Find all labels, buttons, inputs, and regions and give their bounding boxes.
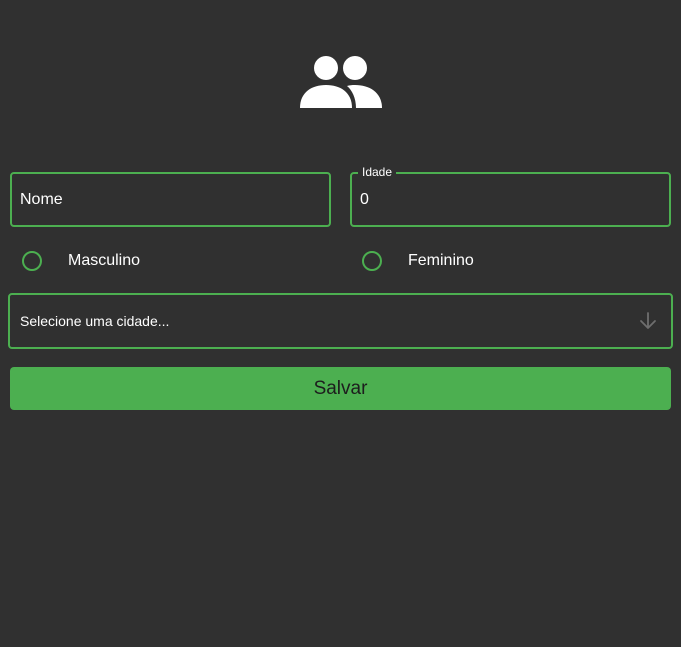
idade-input[interactable] [360,174,661,225]
idade-field[interactable]: Idade [350,165,671,227]
city-select[interactable]: Selecione uma cidade... [8,293,673,349]
nome-input[interactable] [20,174,321,225]
save-button[interactable]: Salvar [10,367,671,410]
radio-feminino[interactable]: Feminino [362,249,474,273]
radio-feminino-label: Feminino [408,252,474,269]
radio-feminino-circle[interactable] [362,251,382,271]
people-icon [300,56,382,108]
app-root: Idade Masculino Feminino Selecione uma c… [0,0,681,647]
radio-masculino-circle[interactable] [22,251,42,271]
city-select-placeholder: Selecione uma cidade... [20,313,170,329]
arrow-down-icon [640,312,656,329]
radio-masculino[interactable]: Masculino [22,249,140,273]
radio-masculino-label: Masculino [68,252,141,269]
nome-field[interactable] [10,172,331,227]
